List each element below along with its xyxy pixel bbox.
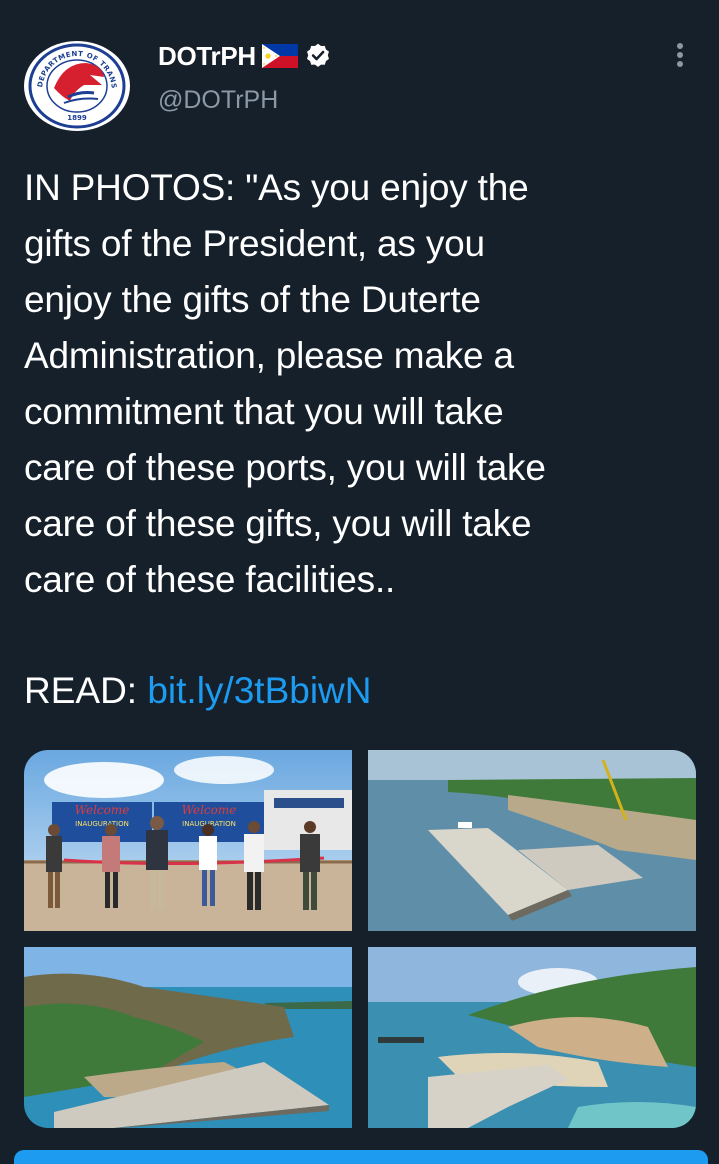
avatar-year: 1899 (67, 114, 87, 122)
tweet-link[interactable]: bit.ly/3tBbiwN (147, 670, 371, 711)
read-line: READ: bit.ly/3tBbiwN (24, 663, 372, 719)
banner-welcome-left: Welcome (75, 803, 130, 817)
photo-port-aerial-2[interactable] (24, 947, 352, 1128)
display-name[interactable]: DOTrPH (158, 41, 256, 72)
bottom-action-bar[interactable] (14, 1150, 708, 1164)
photo-port-aerial-3[interactable] (368, 947, 696, 1128)
read-label: READ: (24, 670, 148, 711)
avatar[interactable]: DEPARTMENT OF TRANSPORTATION 1899 (24, 41, 130, 131)
banner-welcome-right: Welcome (182, 803, 237, 817)
tweet-text: IN PHOTOS: "As you enjoy the gifts of th… (24, 167, 546, 600)
dotr-logo: DEPARTMENT OF TRANSPORTATION 1899 (24, 41, 126, 129)
photo-inauguration[interactable]: Welcome Welcome INAUGURATION INAUGURATIO… (24, 750, 352, 931)
photo-port-aerial-1[interactable] (368, 750, 696, 931)
banner-inauguration-left: INAUGURATION (75, 820, 129, 828)
media-grid: Welcome Welcome INAUGURATION INAUGURATIO… (24, 750, 696, 1128)
handle[interactable]: @DOTrPH (158, 86, 278, 115)
verified-badge-icon (306, 43, 329, 67)
philippines-flag-icon (261, 44, 298, 68)
more-vertical-icon[interactable] (670, 40, 690, 72)
name-row: DOTrPH (158, 40, 332, 72)
